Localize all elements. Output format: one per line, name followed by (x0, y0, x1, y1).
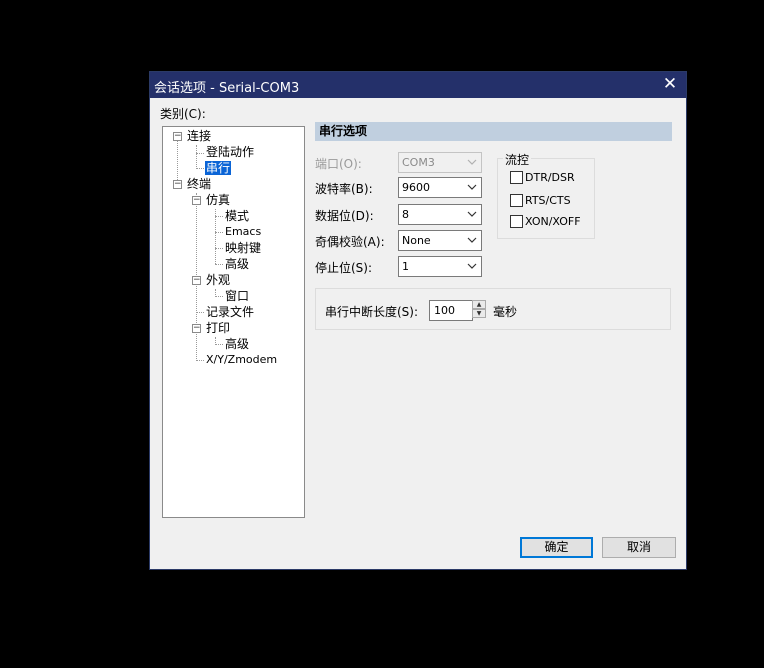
category-label: 类别(C): (160, 107, 206, 121)
spin-up-icon[interactable]: ▲ (472, 300, 486, 309)
tree-item-window[interactable]: 窗口 (225, 288, 249, 304)
chevron-down-icon (467, 211, 477, 217)
tree-item-connection[interactable]: 连接 (187, 128, 211, 144)
window-title: 会话选项 - Serial-COM3 (154, 81, 300, 96)
tree-item-login-actions[interactable]: 登陆动作 (206, 144, 254, 160)
collapse-icon[interactable]: − (173, 132, 182, 141)
break-length-unit: 毫秒 (493, 305, 518, 319)
tree-connector (196, 312, 204, 313)
spin-down-icon[interactable]: ▼ (472, 309, 486, 318)
rts-cts-label[interactable]: RTS/CTS (525, 194, 571, 207)
port-select: COM3 (398, 152, 482, 173)
session-options-dialog: 会话选项 - Serial-COM3 ✕ 类别(C): − − − − − 连接… (149, 71, 687, 570)
tree-connector (215, 216, 223, 217)
baud-label: 波特率(B): (315, 182, 373, 196)
tree-connector (215, 248, 223, 249)
baud-select[interactable]: 9600 (398, 177, 482, 198)
tree-connector (215, 296, 223, 297)
xon-xoff-label[interactable]: XON/XOFF (525, 215, 581, 228)
tree-item-mapped-keys[interactable]: 映射键 (225, 240, 261, 256)
collapse-icon[interactable]: − (173, 180, 182, 189)
collapse-icon[interactable]: − (192, 324, 201, 333)
break-length-value: 100 (434, 304, 455, 317)
xon-xoff-checkbox[interactable] (510, 215, 523, 228)
tree-item-print-advanced[interactable]: 高级 (225, 336, 249, 352)
port-value: COM3 (402, 156, 435, 169)
tree-connector (215, 344, 223, 345)
flow-control-title: 流控 (503, 151, 532, 168)
tree-item-emacs[interactable]: Emacs (225, 224, 261, 240)
dtr-dsr-checkbox[interactable] (510, 171, 523, 184)
databits-value: 8 (402, 208, 409, 221)
parity-select[interactable]: None (398, 230, 482, 251)
tree-connector (196, 360, 204, 361)
title-bar[interactable]: 会话选项 - Serial-COM3 ✕ (150, 72, 686, 98)
parity-value: None (402, 234, 431, 247)
collapse-icon[interactable]: − (192, 276, 201, 285)
stopbits-select[interactable]: 1 (398, 256, 482, 277)
category-tree[interactable]: − − − − − 连接 登陆动作 串行 终端 仿真 模式 Emacs 映射键 … (162, 126, 305, 518)
tree-item-serial[interactable]: 串行 (205, 160, 232, 176)
port-label: 端口(O): (315, 157, 362, 171)
tree-connector (215, 209, 216, 264)
collapse-icon[interactable]: − (192, 196, 201, 205)
chevron-down-icon (467, 184, 477, 190)
tree-connector (196, 168, 204, 169)
break-length-input[interactable]: 100 (429, 300, 473, 321)
databits-label: 数据位(D): (315, 209, 374, 223)
tree-connector (196, 145, 197, 169)
break-length-label: 串行中断长度(S): (325, 305, 419, 319)
dtr-dsr-label[interactable]: DTR/DSR (525, 171, 575, 184)
tree-item-advanced[interactable]: 高级 (225, 256, 249, 272)
chevron-down-icon (467, 263, 477, 269)
ok-button[interactable]: 确定 (520, 537, 593, 558)
section-title: 串行选项 (315, 122, 672, 141)
tree-connector (215, 264, 223, 265)
stopbits-label: 停止位(S): (315, 261, 373, 275)
tree-item-terminal[interactable]: 终端 (187, 176, 211, 192)
stopbits-value: 1 (402, 260, 409, 273)
parity-label: 奇偶校验(A): (315, 235, 385, 249)
rts-cts-checkbox[interactable] (510, 194, 523, 207)
tree-connector (177, 137, 178, 184)
databits-select[interactable]: 8 (398, 204, 482, 225)
cancel-button[interactable]: 取消 (602, 537, 676, 558)
tree-item-xyzmodem[interactable]: X/Y/Zmodem (206, 352, 277, 368)
tree-connector (196, 153, 204, 154)
tree-item-printing[interactable]: 打印 (206, 320, 230, 336)
tree-item-modes[interactable]: 模式 (225, 208, 249, 224)
tree-item-appearance[interactable]: 外观 (206, 272, 230, 288)
chevron-down-icon (467, 159, 477, 165)
tree-item-log-file[interactable]: 记录文件 (206, 304, 254, 320)
baud-value: 9600 (402, 181, 430, 194)
close-icon[interactable]: ✕ (660, 74, 680, 94)
tree-item-emulation[interactable]: 仿真 (206, 192, 230, 208)
tree-connector (215, 232, 223, 233)
chevron-down-icon (467, 237, 477, 243)
